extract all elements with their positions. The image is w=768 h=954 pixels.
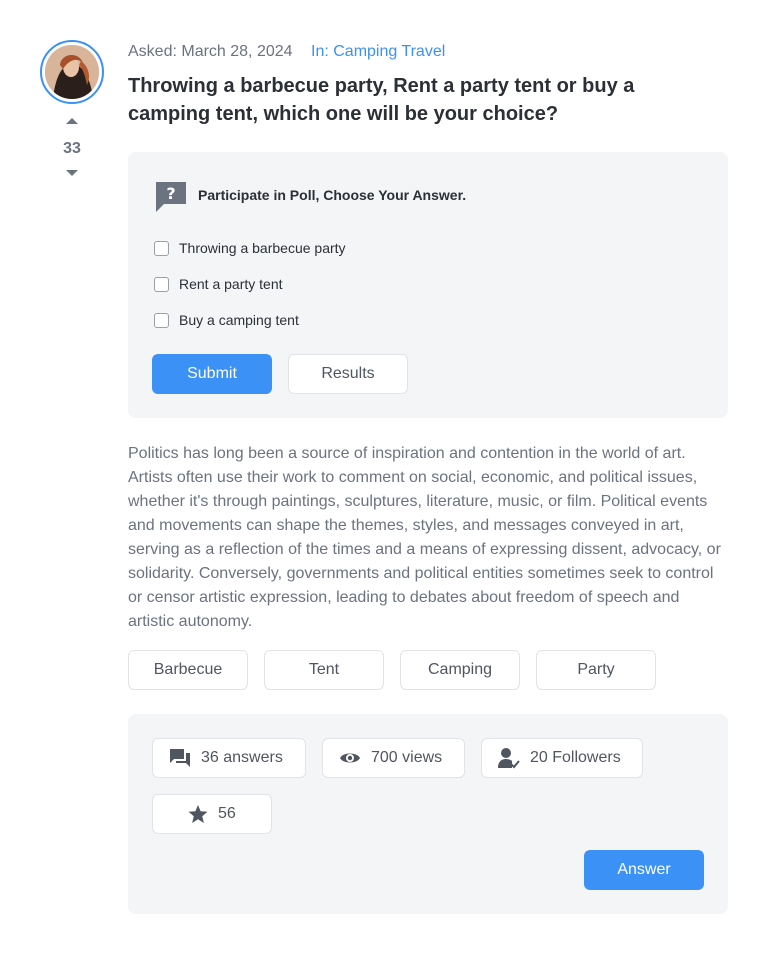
- avatar-image: [45, 45, 99, 99]
- poll-option[interactable]: Rent a party tent: [154, 274, 283, 294]
- answers-count[interactable]: 36 answers: [152, 738, 306, 778]
- star-icon: [188, 804, 208, 823]
- tag-barbecue[interactable]: Barbecue: [128, 650, 248, 690]
- poll-option-label: Buy a camping tent: [179, 312, 299, 328]
- vote-count: 33: [63, 140, 81, 157]
- followers-label: 20 Followers: [530, 749, 621, 766]
- poll-option-label: Throwing a barbecue party: [179, 240, 346, 256]
- question-bubble-icon: ?: [156, 182, 186, 212]
- answers-label: 36 answers: [201, 749, 283, 766]
- tag-camping[interactable]: Camping: [400, 650, 520, 690]
- comments-icon: [170, 749, 190, 767]
- results-button[interactable]: Results: [288, 354, 408, 394]
- poll-option[interactable]: Buy a camping tent: [154, 310, 299, 330]
- favorites-label: 56: [218, 805, 236, 822]
- views-count: 700 views: [322, 738, 465, 778]
- submit-button[interactable]: Submit: [152, 354, 272, 394]
- asked-date: Asked: March 28, 2024: [128, 43, 293, 60]
- answer-button[interactable]: Answer: [584, 850, 704, 890]
- svg-text:?: ?: [166, 184, 175, 203]
- followers-count[interactable]: 20 Followers: [481, 738, 643, 778]
- checkbox[interactable]: [154, 276, 169, 292]
- tag-tent[interactable]: Tent: [264, 650, 384, 690]
- eye-icon: [340, 753, 360, 763]
- question-body: Politics has long been a source of inspi…: [128, 445, 721, 630]
- poll-panel: ? Participate in Poll, Choose Your Answe…: [128, 152, 728, 418]
- poll-option-label: Rent a party tent: [179, 276, 283, 292]
- user-avatar[interactable]: [40, 40, 104, 104]
- poll-option[interactable]: Throwing a barbecue party: [154, 238, 346, 258]
- category-link[interactable]: In: Camping Travel: [311, 43, 445, 60]
- checkbox[interactable]: [154, 240, 169, 256]
- favorites-count[interactable]: 56: [152, 794, 272, 834]
- tag-party[interactable]: Party: [536, 650, 656, 690]
- checkbox[interactable]: [154, 312, 169, 328]
- question-meta: Asked: March 28, 2024 In: Camping Travel: [128, 43, 445, 61]
- views-label: 700 views: [371, 749, 443, 766]
- poll-heading: Participate in Poll, Choose Your Answer.: [198, 187, 467, 203]
- question-title[interactable]: Throwing a barbecue party, Rent a party …: [128, 72, 688, 128]
- user-check-icon: [498, 748, 520, 769]
- upvote-arrow-icon[interactable]: [66, 118, 78, 124]
- stats-panel: 36 answers 700 views 20 Followers 56 Ans…: [128, 714, 728, 914]
- downvote-arrow-icon[interactable]: [66, 170, 78, 176]
